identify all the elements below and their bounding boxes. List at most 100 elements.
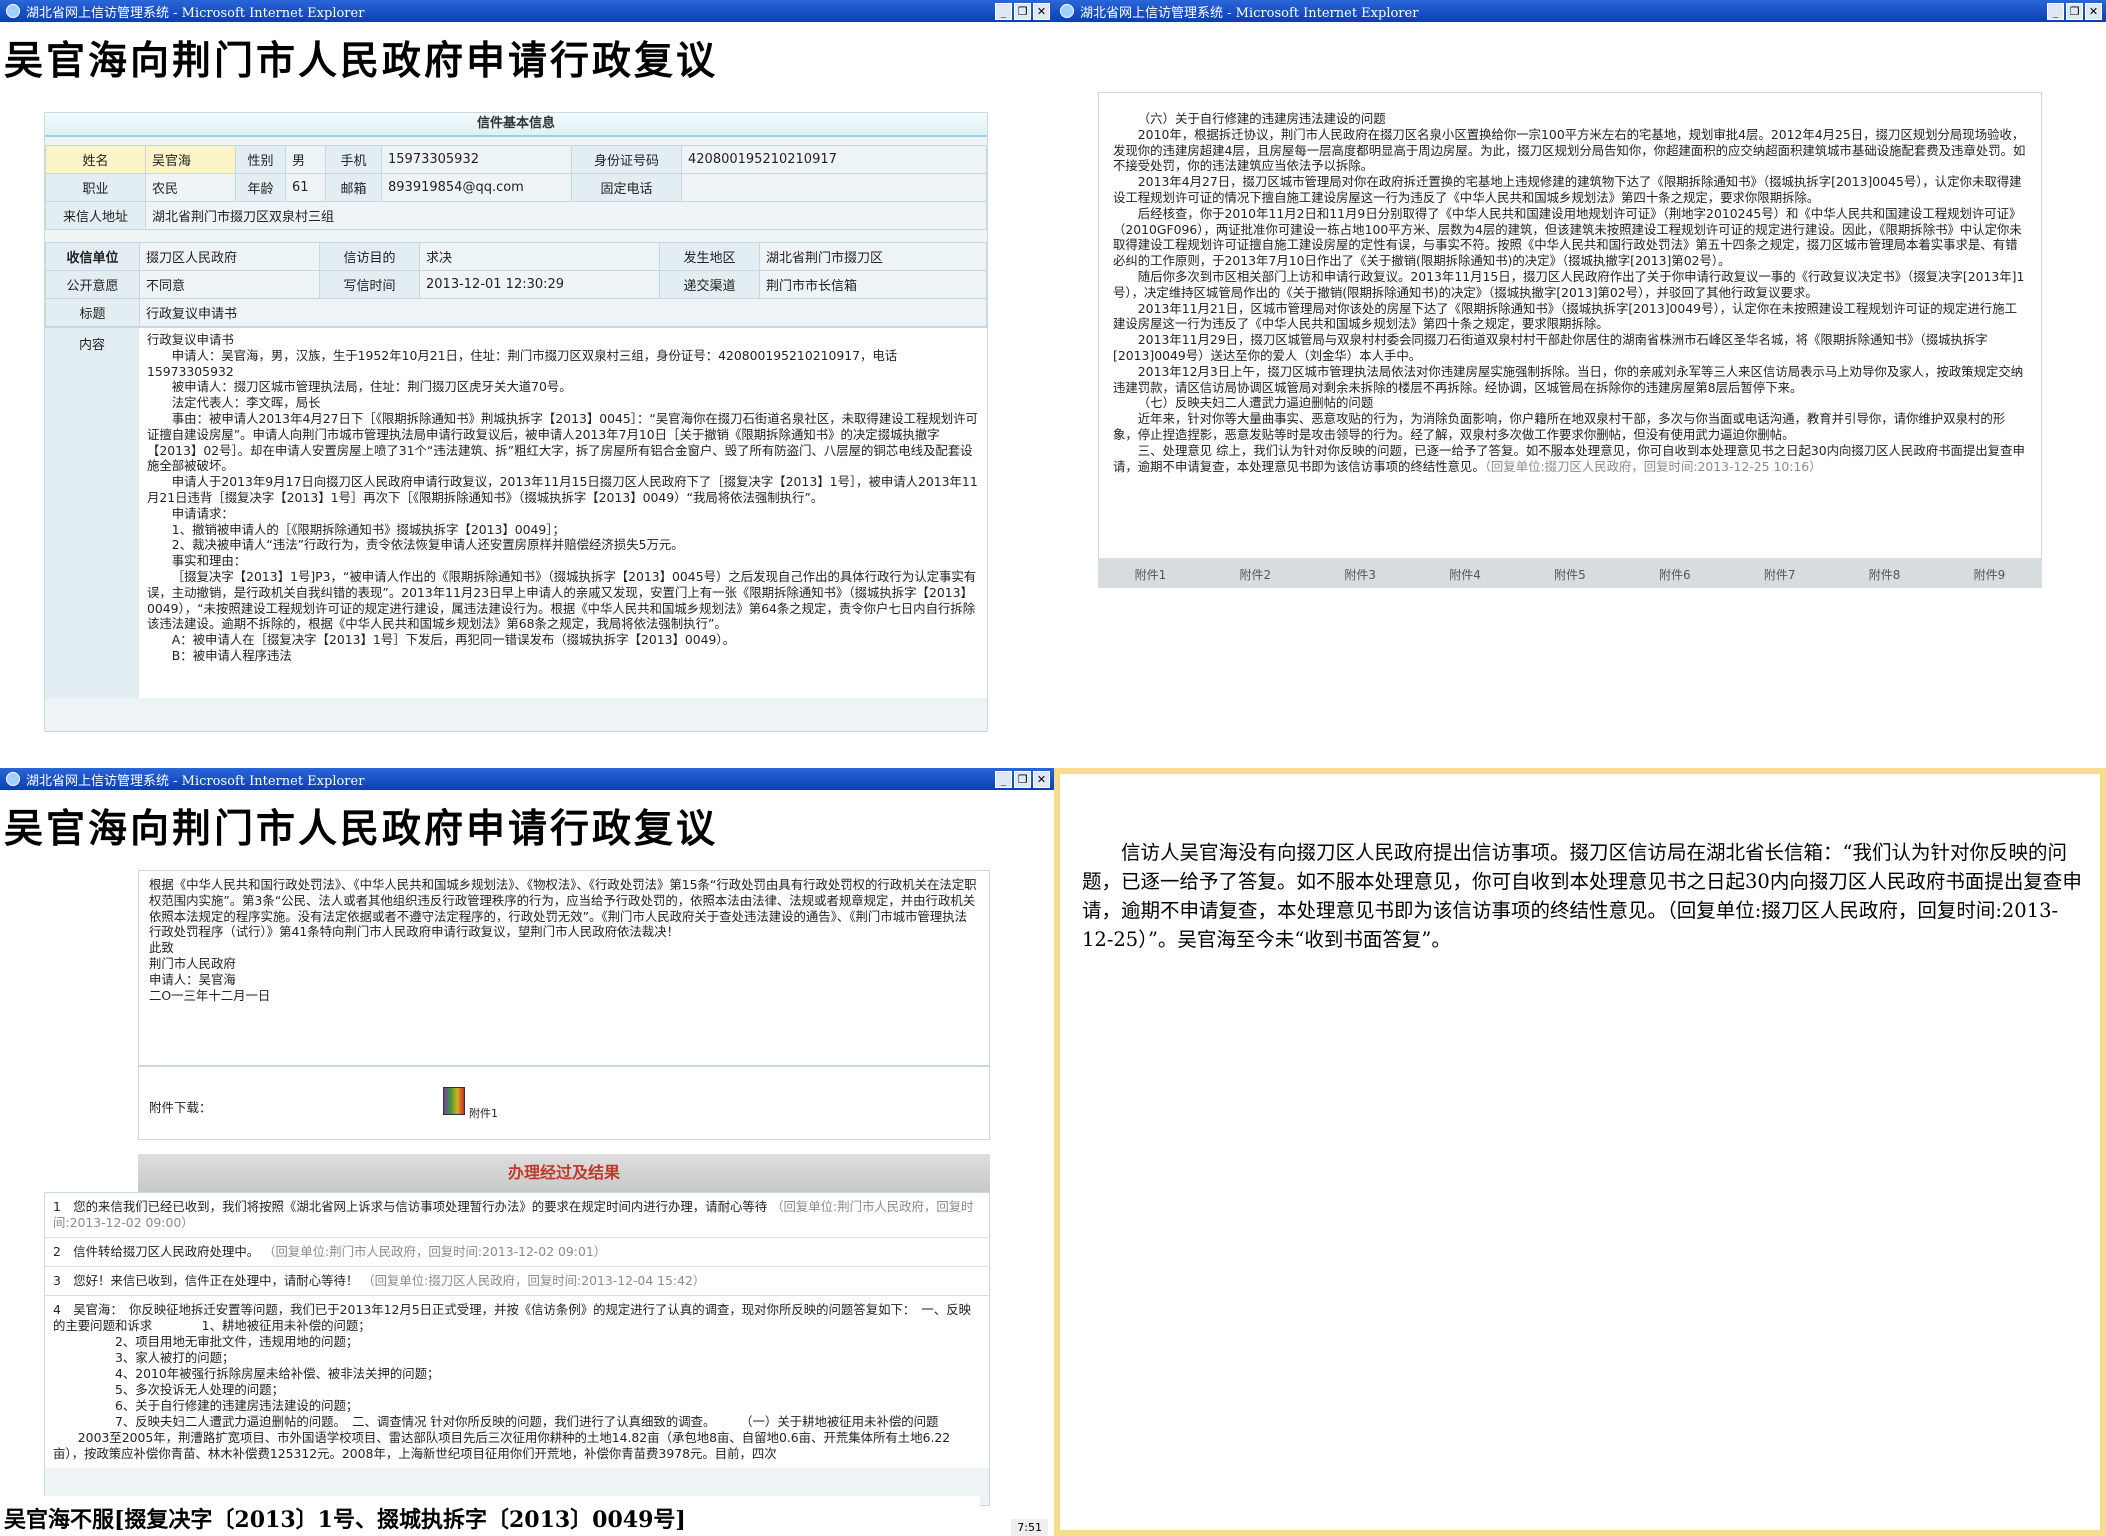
- gender-label: 性别: [235, 145, 286, 174]
- text-line: （七）反映夫妇二人遭武力逼迫删帖的问题: [1137, 395, 1374, 411]
- result-text: 吴官海： 你反映征地拆迁安置等问题，我们已于2013年12月5日正式受理，并按《…: [53, 1302, 972, 1333]
- close-icon[interactable]: ✕: [2085, 2, 2102, 20]
- purpose-value: 求决: [419, 242, 660, 271]
- ie-icon: [6, 4, 20, 18]
- ie-icon: [6, 772, 20, 786]
- text-line: 1、撤销被申请人的［《限期拆除通知书》掇城执拆字【2013】0049］；: [171, 521, 565, 537]
- result-header: 办理经过及结果: [138, 1154, 990, 1192]
- text-line: 事由：被申请人2013年4月27日下［《限期拆除通知书》荆城执拆字【2013】0…: [147, 410, 978, 474]
- text-line: 申请人：吴官海: [149, 971, 236, 987]
- result-number: 4: [53, 1302, 74, 1317]
- time-value: 2013-12-01 12:30:29: [419, 270, 660, 299]
- unit-label: 收信单位: [45, 242, 140, 271]
- tel-label: 固定电话: [571, 173, 682, 202]
- result-meta: （回复单位:荆门市人民政府，回复时间:2013-12-02 09:01）: [259, 1244, 607, 1259]
- attachment-link[interactable]: 附件7: [1764, 566, 1796, 583]
- text-line: 近年来，针对你等大量曲事实、恶意攻贴的行为，为消除负面影响，你户籍所在地双泉村干…: [1113, 411, 2006, 442]
- text-line: 随后你多次到市区相关部门上访和申请行政复议。2013年11月15日，掇刀区人民政…: [1113, 268, 2025, 300]
- reply-content: （六）关于自行修建的违建房违法建设的问题 2010年，根据拆迁协议，荆门市人民政府…: [1099, 93, 2041, 543]
- rar-file-icon[interactable]: [443, 1087, 465, 1115]
- result-meta: （回复单位:掇刀区人民政府，回复时间:2013-12-04 15:42）: [358, 1273, 706, 1288]
- attachment-link[interactable]: 附件6: [1659, 566, 1691, 583]
- result-item: 2 信件转给掇刀区人民政府处理中。 （回复单位:荆门市人民政府，回复时间:201…: [45, 1238, 989, 1267]
- attachment-download-row: 附件下载： 附件1: [138, 1066, 990, 1140]
- result-text: 信件转给掇刀区人民政府处理中。: [73, 1244, 260, 1259]
- result-text: 2、项目用地无审批文件，违规用地的问题；: [115, 1334, 359, 1349]
- text-line: A：被申请人在［掇复决字【2013】1号］下发后，再犯同一错误发布（掇城执拆字【…: [171, 632, 736, 648]
- attachment-link[interactable]: 附件4: [1449, 566, 1481, 583]
- restore-icon[interactable]: ❐: [1014, 2, 1031, 20]
- close-icon[interactable]: ✕: [1033, 2, 1050, 20]
- text-line: 行政复议申请书: [147, 332, 234, 347]
- banner-title: 吴官海向荆门市人民政府申请行政复议: [0, 22, 1054, 102]
- restore-icon[interactable]: ❐: [2066, 2, 2083, 20]
- result-text: 4、2010年被强行拆除房屋未给补偿、被非法关押的问题；: [115, 1366, 440, 1381]
- window-titlebar: 湖北省网上信访管理系统 - Microsoft Internet Explore…: [0, 0, 1054, 22]
- restore-icon[interactable]: ❐: [1014, 770, 1031, 788]
- image-caption: 吴官海不服[掇复决字〔2013〕1号、掇城执拆字〔2013〕0049号]: [0, 1496, 980, 1536]
- text-line: 2013年12月3日上午，掇刀区城市管理执法局依法对你违建房屋实施强制拆除。当日…: [1113, 363, 2024, 395]
- result-item: 4 吴官海： 你反映征地拆迁安置等问题，我们已于2013年12月5日正式受理，并…: [45, 1296, 989, 1468]
- letter-content-tail: 根据《中华人民共和国行政处罚法》、《中华人民共和国城乡规划法》、《物权法》、《行…: [138, 870, 990, 1066]
- result-text: 您的来信我们已经已收到，我们将按照《湖北省网上诉求与信访事项处理暂行办法》的要求…: [73, 1199, 768, 1214]
- purpose-label: 信访目的: [319, 242, 420, 271]
- attach-file-link[interactable]: 附件1: [469, 1105, 498, 1121]
- minimize-icon[interactable]: _: [995, 2, 1012, 20]
- ie-icon: [1060, 4, 1074, 18]
- age-label: 年龄: [235, 173, 286, 202]
- result-number: 2: [53, 1244, 74, 1259]
- minimize-icon[interactable]: _: [2047, 2, 2064, 20]
- info-table-letter: 收信单位 掇刀区人民政府 信访目的 求决 发生地区 湖北省荆门市掇刀区 公开意愿…: [45, 242, 987, 327]
- text-line: 后经核查，你于2010年11月2日和11月9日分别取得了《中华人民共和国建设用地…: [1113, 205, 2022, 269]
- attachment-list: 附件1 附件2 附件3 附件4 附件5 附件6 附件7 附件8 附件9: [1098, 558, 2042, 583]
- email-label: 邮箱: [325, 173, 382, 202]
- attachment-link[interactable]: 附件2: [1239, 566, 1271, 583]
- content-label: 内容: [45, 328, 139, 698]
- text-line: 2013年4月27日，掇刀区城市管理局对你在政府拆迁置换的宅基地上违规修建的建筑…: [1113, 174, 2022, 205]
- addr-label: 来信人地址: [45, 201, 146, 230]
- window-titlebar: 湖北省网上信访管理系统 - Microsoft Internet Explore…: [1054, 0, 2106, 22]
- text-line: 2010年，根据拆迁协议，荆门市人民政府在掇刀区名泉小区置换给你一宗100平方米…: [1113, 126, 2026, 174]
- public-label: 公开意愿: [45, 270, 140, 299]
- attachment-link[interactable]: 附件1: [1135, 566, 1167, 583]
- attachment-link[interactable]: 附件5: [1554, 566, 1586, 583]
- result-text: 7、反映夫妇二人遭武力逼迫删帖的问题。 二、调查情况 针对你所反映的问题，我们进…: [115, 1414, 939, 1429]
- attachment-link[interactable]: 附件9: [1974, 566, 2006, 583]
- id-label: 身份证号码: [571, 145, 682, 174]
- result-number: 3: [53, 1273, 74, 1288]
- result-text: 3、家人被打的问题；: [115, 1350, 235, 1365]
- text-line: 此致: [149, 940, 174, 956]
- reply-meta: （回复单位:掇刀区人民政府，回复时间:2013-12-25 10:16）: [1484, 458, 1822, 474]
- text-line: 二O一三年十二月一日: [149, 987, 271, 1003]
- region-value: 湖北省荆门市掇刀区: [759, 242, 987, 271]
- result-item: 1 您的来信我们已经已收到，我们将按照《湖北省网上诉求与信访事项处理暂行办法》的…: [45, 1193, 989, 1238]
- text-line: 申请请求：: [171, 505, 234, 521]
- attach-download-label: 附件下载：: [149, 1100, 212, 1115]
- window-title: 湖北省网上信访管理系统 - Microsoft Internet Explore…: [26, 773, 365, 789]
- text-line: B：被申请人程序违法: [171, 647, 292, 663]
- tel-value: [681, 173, 987, 202]
- browser-window-letter-info: 湖北省网上信访管理系统 - Microsoft Internet Explore…: [0, 0, 1054, 740]
- result-text: 6、关于自行修建的违建房违法建设的问题；: [115, 1398, 359, 1413]
- phone-value: 15973305932: [381, 145, 572, 174]
- close-icon[interactable]: ✕: [1033, 770, 1050, 788]
- section-header: 信件基本信息: [45, 113, 987, 137]
- letter-content: 行政复议申请书 申请人：吴官海，男，汉族，生于1952年10月21日，住址：荆门市…: [139, 328, 987, 698]
- attachment-link[interactable]: 附件3: [1344, 566, 1376, 583]
- job-value: 农民: [145, 173, 236, 202]
- attachment-link[interactable]: 附件8: [1869, 566, 1901, 583]
- text-line: 三、处理意见 综上，我们认为针对你反映的问题，已逐一给予了答复。如不服本处理意见…: [1113, 442, 2025, 474]
- window-titlebar: 湖北省网上信访管理系统 - Microsoft Internet Explore…: [0, 768, 1054, 790]
- text-line: 事实和理由：: [171, 553, 247, 569]
- job-label: 职业: [45, 173, 146, 202]
- browser-window-process: 湖北省网上信访管理系统 - Microsoft Internet Explore…: [0, 768, 1054, 1536]
- minimize-icon[interactable]: _: [995, 770, 1012, 788]
- name-value: 吴官海: [145, 145, 236, 174]
- subject-label: 标题: [45, 298, 140, 327]
- text-line: ［掇复决字【2013】1号]P3，“被申请人作出的《限期拆除通知书》（掇城执拆字…: [147, 568, 977, 632]
- time-label: 写信时间: [319, 270, 420, 299]
- browser-window-reply: 湖北省网上信访管理系统 - Microsoft Internet Explore…: [1054, 0, 2106, 740]
- text-line: 根据《中华人民共和国行政处罚法》、《中华人民共和国城乡规划法》、《物权法》、《行…: [149, 877, 977, 940]
- text-line: 2013年11月21日，区城市管理局对你该处的房屋下达了《限期拆除通知书》（掇城…: [1113, 300, 2018, 332]
- text-line: （六）关于自行修建的违建房违法建设的问题: [1137, 111, 1386, 126]
